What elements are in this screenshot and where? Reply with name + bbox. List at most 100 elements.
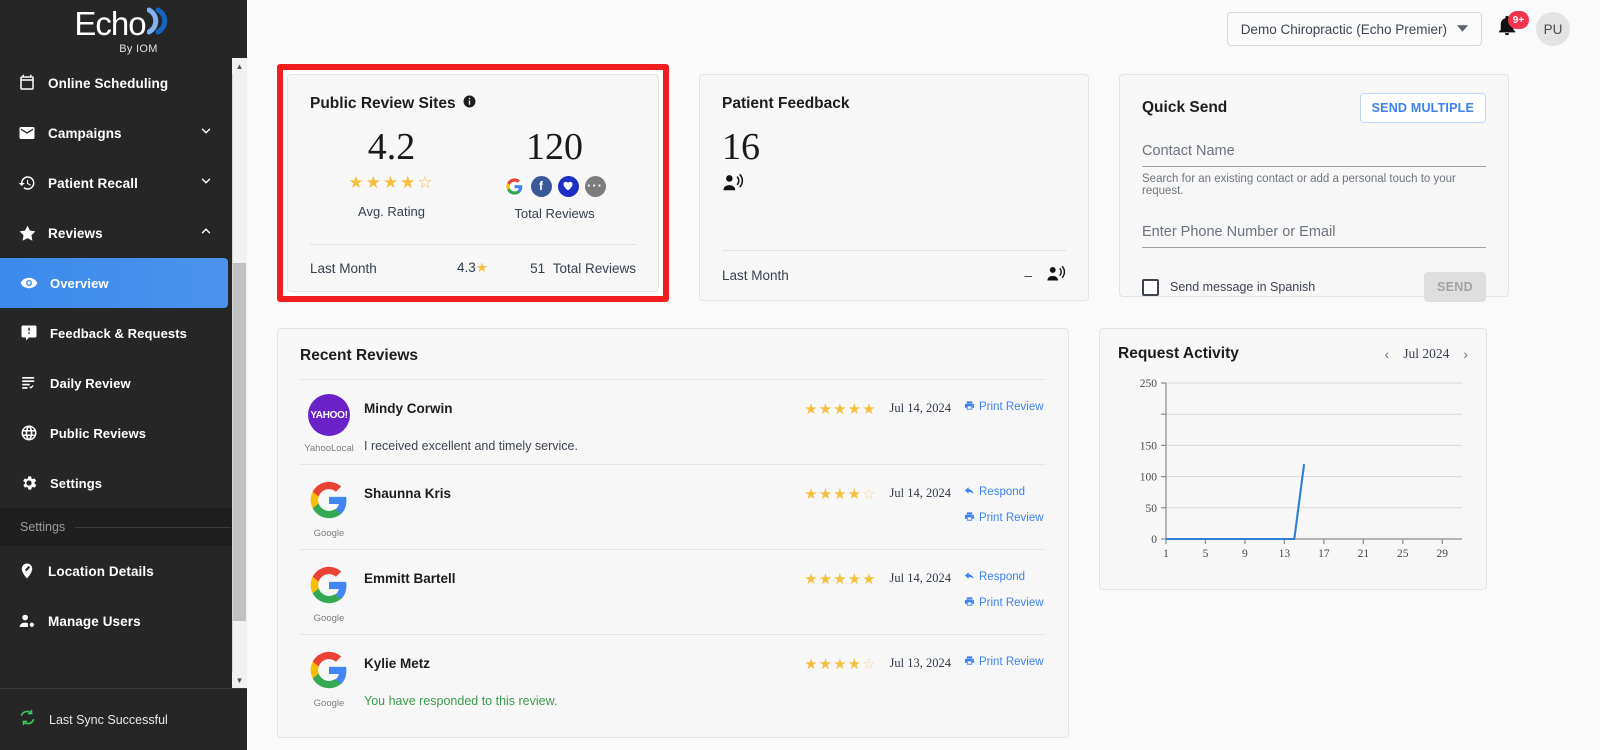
phone-email-input[interactable]: [1142, 224, 1486, 240]
sync-status-label: Last Sync Successful: [49, 712, 168, 727]
info-icon[interactable]: [463, 95, 476, 113]
sidebar-item-label: Online Scheduling: [48, 75, 169, 91]
review-source-label: Google: [313, 613, 345, 624]
sidebar-item-location-details[interactable]: Location Details: [0, 546, 247, 596]
sidebar-item-label: Daily Review: [50, 375, 131, 391]
sidebar-item-campaigns[interactable]: Campaigns: [0, 108, 247, 158]
chart-svg: 0 50 100 150 250 1 5 9 13 17 21 25 29: [1140, 378, 1462, 560]
avg-rating-label: Avg. Rating: [358, 204, 425, 219]
chevron-up-icon[interactable]: [199, 224, 213, 243]
sidebar-item-label: Settings: [50, 475, 103, 491]
chevron-right-icon[interactable]: ›: [1463, 346, 1468, 362]
sidebar-item-label: Public Reviews: [50, 425, 147, 441]
review-stars: ★★★★☆: [804, 656, 877, 673]
reviewer-name: Shaunna Kris: [364, 486, 452, 501]
sidebar-item-settings[interactable]: Settings: [0, 458, 247, 508]
review-stars: ★★★★☆: [804, 486, 877, 503]
sidebar-item-label: Reviews: [48, 225, 103, 241]
sidebar-nav: Online Scheduling Campaigns Patient Reca…: [0, 58, 247, 688]
reply-arrow-icon: [964, 570, 975, 584]
quick-send-card: Quick Send SEND MULTIPLE Search for an e…: [1119, 74, 1509, 302]
brand-logo: Echo: [74, 6, 172, 42]
dashboard: Public Review Sites 4.2 ★★★★☆ Avg. Ratin…: [247, 58, 1600, 738]
google-icon[interactable]: [503, 175, 525, 197]
print-review-action[interactable]: Print Review: [964, 511, 1044, 525]
public-review-last-month-row: Last Month 4.3★ 51 Total Reviews: [310, 244, 636, 291]
review-source-block: Google: [300, 649, 358, 709]
recent-reviews-card: Recent Reviews YAHOO! YahooLocal Mindy C…: [277, 328, 1069, 738]
spanish-checkbox-label: Send message in Spanish: [1170, 280, 1316, 294]
patient-feedback-last-month-value-group: –: [1024, 265, 1066, 286]
review-body: Emmitt Bartell: [358, 564, 804, 624]
print-review-action[interactable]: Print Review: [964, 400, 1044, 414]
patient-feedback-title: Patient Feedback: [722, 95, 850, 112]
respond-action[interactable]: Respond: [964, 485, 1025, 499]
healthgrades-icon[interactable]: [557, 175, 579, 197]
yahoo-icon: YAHOO!: [308, 394, 350, 436]
sidebar-item-manage-users[interactable]: Manage Users: [0, 596, 247, 646]
svg-text:1: 1: [1163, 548, 1169, 560]
print-review-action[interactable]: Print Review: [964, 655, 1044, 669]
svg-text:150: 150: [1140, 440, 1158, 452]
spanish-checkbox-wrapper[interactable]: Send message in Spanish: [1142, 278, 1316, 296]
svg-text:100: 100: [1140, 472, 1158, 484]
send-multiple-button[interactable]: SEND MULTIPLE: [1359, 93, 1486, 123]
location-select[interactable]: Demo Chiropractic (Echo Premier): [1226, 12, 1482, 46]
chevron-down-icon[interactable]: [199, 124, 213, 143]
sidebar-scrollbar-thumb[interactable]: [233, 263, 246, 621]
reviewer-name: Kylie Metz: [364, 656, 431, 671]
review-stars: ★★★★★: [804, 571, 877, 588]
review-date: Jul 13, 2024: [889, 656, 951, 670]
sidebar-item-public-reviews[interactable]: Public Reviews: [0, 408, 247, 458]
sidebar-item-label: Feedback & Requests: [50, 325, 188, 341]
sidebar-item-daily-review[interactable]: Daily Review: [0, 358, 247, 408]
sidebar-section-label: Settings: [20, 520, 66, 534]
request-activity-card: Request Activity ‹ Jul 2024 › 0 50 100 150 2…: [1099, 328, 1487, 590]
sidebar-item-overview[interactable]: Overview: [0, 258, 228, 308]
calendar-icon: [18, 74, 44, 92]
contact-name-input[interactable]: [1142, 143, 1486, 159]
svg-text:13: 13: [1279, 548, 1291, 560]
spanish-checkbox[interactable]: [1142, 278, 1159, 296]
public-review-stats: 4.2 ★★★★☆ Avg. Rating 120 f ··· Total Re…: [310, 113, 636, 244]
respond-action[interactable]: Respond: [964, 570, 1025, 584]
review-source-label: Google: [313, 528, 345, 539]
scrollbar-up-arrow[interactable]: ▲: [232, 58, 247, 74]
sidebar-item-reviews[interactable]: Reviews: [0, 208, 247, 258]
svg-text:17: 17: [1318, 548, 1330, 560]
send-button[interactable]: SEND: [1424, 272, 1486, 302]
cards-row-top: Public Review Sites 4.2 ★★★★☆ Avg. Ratin…: [277, 64, 1570, 302]
brand-logo-block: Echo By IOM: [0, 0, 247, 58]
chevron-left-icon[interactable]: ‹: [1385, 346, 1390, 362]
month-navigator: ‹ Jul 2024 ›: [1385, 346, 1468, 362]
public-review-sites-highlight: Public Review Sites 4.2 ★★★★☆ Avg. Ratin…: [277, 64, 669, 302]
divider: [75, 526, 231, 528]
sidebar-item-patient-recall[interactable]: Patient Recall: [0, 158, 247, 208]
review-actions: Print Review: [964, 655, 1046, 669]
quick-send-header: Quick Send SEND MULTIPLE: [1142, 93, 1486, 123]
scrollbar-down-arrow[interactable]: ▼: [232, 672, 247, 688]
google-icon: [308, 564, 350, 606]
phone-email-field[interactable]: [1142, 223, 1486, 248]
sidebar-item-label: Manage Users: [48, 613, 141, 629]
review-source-block: Google: [300, 564, 358, 624]
sidebar-item-feedback-requests[interactable]: Feedback & Requests: [0, 308, 247, 358]
svg-text:9: 9: [1242, 548, 1248, 560]
print-review-action[interactable]: Print Review: [964, 596, 1044, 610]
facebook-icon[interactable]: f: [530, 175, 552, 197]
avatar[interactable]: PU: [1536, 12, 1570, 46]
print-review-label: Print Review: [979, 597, 1044, 609]
avg-rating-stars: ★★★★☆: [348, 173, 435, 192]
review-actions: Respond Print Review: [964, 485, 1046, 525]
mail-icon: [18, 124, 44, 142]
more-icon[interactable]: ···: [584, 175, 606, 197]
card-title: Public Review Sites: [310, 95, 636, 113]
chevron-down-icon[interactable]: [199, 174, 213, 193]
respond-label: Respond: [979, 486, 1026, 498]
notifications-button[interactable]: 9+: [1496, 11, 1529, 44]
patient-feedback-body: 16: [722, 113, 1066, 250]
sidebar-item-online-scheduling[interactable]: Online Scheduling: [0, 58, 247, 108]
contact-name-field[interactable]: [1142, 142, 1486, 167]
patient-feedback-count: 16: [722, 126, 760, 168]
review-source-label: Google: [313, 698, 345, 709]
